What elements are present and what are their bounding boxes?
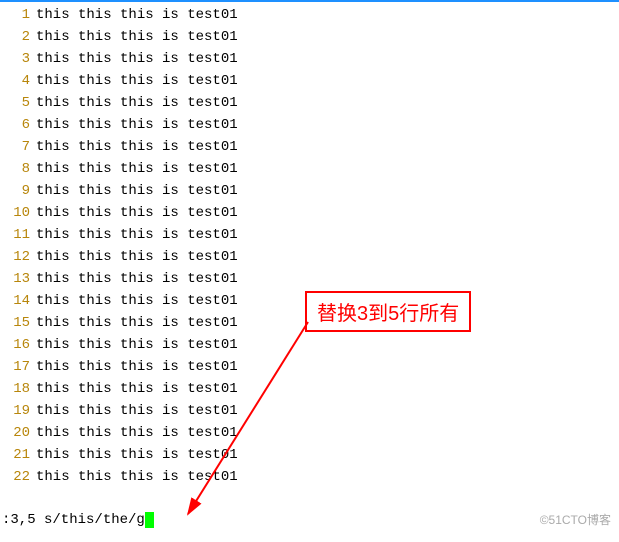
line-number: 8: [0, 158, 36, 180]
editor-line: 6this this this is test01: [0, 114, 619, 136]
line-number: 22: [0, 466, 36, 488]
line-number: 21: [0, 444, 36, 466]
editor-line: 19this this this is test01: [0, 400, 619, 422]
annotation-label: 替换3到5行所有: [305, 291, 471, 332]
editor-line: 4this this this is test01: [0, 70, 619, 92]
line-number: 16: [0, 334, 36, 356]
line-number: 17: [0, 356, 36, 378]
line-content: this this this is test01: [36, 158, 238, 180]
line-content: this this this is test01: [36, 224, 238, 246]
editor-line: 22this this this is test01: [0, 466, 619, 488]
line-content: this this this is test01: [36, 180, 238, 202]
line-content: this this this is test01: [36, 48, 238, 70]
vim-command-line[interactable]: :3,5 s/this/the/g: [2, 512, 154, 528]
line-content: this this this is test01: [36, 26, 238, 48]
line-number: 10: [0, 202, 36, 224]
line-number: 13: [0, 268, 36, 290]
line-number: 6: [0, 114, 36, 136]
line-number: 4: [0, 70, 36, 92]
line-number: 14: [0, 290, 36, 312]
line-content: this this this is test01: [36, 136, 238, 158]
editor-line: 10this this this is test01: [0, 202, 619, 224]
line-content: this this this is test01: [36, 4, 238, 26]
editor-line: 9this this this is test01: [0, 180, 619, 202]
editor-area[interactable]: 1this this this is test012this this this…: [0, 2, 619, 488]
line-content: this this this is test01: [36, 422, 238, 444]
editor-line: 11this this this is test01: [0, 224, 619, 246]
line-content: this this this is test01: [36, 114, 238, 136]
editor-line: 8this this this is test01: [0, 158, 619, 180]
command-text: :3,5 s/this/the/g: [2, 512, 145, 528]
editor-line: 20this this this is test01: [0, 422, 619, 444]
line-content: this this this is test01: [36, 92, 238, 114]
editor-line: 5this this this is test01: [0, 92, 619, 114]
editor-line: 2this this this is test01: [0, 26, 619, 48]
line-number: 11: [0, 224, 36, 246]
line-number: 15: [0, 312, 36, 334]
line-content: this this this is test01: [36, 334, 238, 356]
line-content: this this this is test01: [36, 268, 238, 290]
editor-line: 12this this this is test01: [0, 246, 619, 268]
editor-line: 13this this this is test01: [0, 268, 619, 290]
line-number: 19: [0, 400, 36, 422]
line-content: this this this is test01: [36, 70, 238, 92]
editor-line: 17this this this is test01: [0, 356, 619, 378]
line-content: this this this is test01: [36, 356, 238, 378]
line-number: 20: [0, 422, 36, 444]
line-number: 12: [0, 246, 36, 268]
line-number: 1: [0, 4, 36, 26]
line-content: this this this is test01: [36, 202, 238, 224]
line-content: this this this is test01: [36, 312, 238, 334]
watermark: ©51CTO博客: [540, 511, 611, 528]
line-number: 18: [0, 378, 36, 400]
line-content: this this this is test01: [36, 444, 238, 466]
line-number: 3: [0, 48, 36, 70]
line-number: 9: [0, 180, 36, 202]
editor-line: 21this this this is test01: [0, 444, 619, 466]
line-number: 7: [0, 136, 36, 158]
editor-line: 7this this this is test01: [0, 136, 619, 158]
line-number: 5: [0, 92, 36, 114]
line-content: this this this is test01: [36, 378, 238, 400]
line-content: this this this is test01: [36, 246, 238, 268]
editor-line: 16this this this is test01: [0, 334, 619, 356]
editor-line: 1this this this is test01: [0, 4, 619, 26]
editor-line: 18this this this is test01: [0, 378, 619, 400]
line-number: 2: [0, 26, 36, 48]
editor-line: 3this this this is test01: [0, 48, 619, 70]
line-content: this this this is test01: [36, 400, 238, 422]
line-content: this this this is test01: [36, 466, 238, 488]
cursor: [145, 512, 154, 528]
line-content: this this this is test01: [36, 290, 238, 312]
